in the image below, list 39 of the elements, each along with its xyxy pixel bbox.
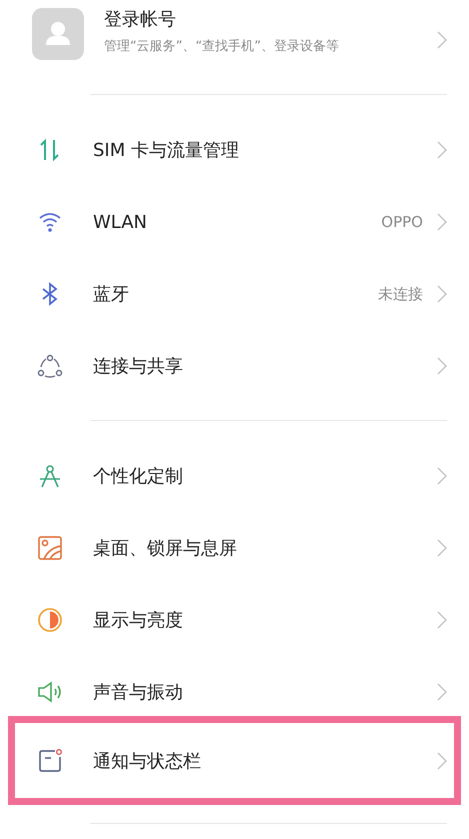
settings-item[interactable]: 连接与共享 [0,330,469,402]
account-title: 登录帐号 [104,8,177,31]
avatar-icon [32,8,84,60]
settings-item[interactable]: WLAN OPPO [0,186,469,258]
settings-item[interactable]: SIM 卡与流量管理 [0,114,469,186]
item-value: OPPO [381,213,423,231]
item-label: 声音与振动 [93,681,184,704]
item-label: 桌面、锁屏与息屏 [93,537,238,560]
item-label: 蓝牙 [93,283,130,306]
chevron-icon [437,213,447,231]
wallpaper-icon [37,535,63,561]
chevron-icon [437,752,447,770]
item-label: WLAN [93,212,148,232]
account-row[interactable]: 登录帐号 管理“云服务”、“查找手机”、登录设备等 [0,0,469,76]
item-label: 通知与状态栏 [93,750,202,772]
chevron-icon [437,285,447,303]
chevron-icon [437,611,447,629]
notification-icon [37,748,63,774]
chevron-icon [437,357,447,375]
compass-icon [37,463,63,489]
settings-item[interactable]: 蓝牙 未连接 [0,258,469,330]
item-label: 连接与共享 [93,355,184,378]
settings-item[interactable]: 桌面、锁屏与息屏 [0,512,469,584]
chevron-icon [437,467,447,485]
item-label: 显示与亮度 [93,609,184,632]
chevron-icon [437,683,447,701]
item-label: 个性化定制 [93,465,184,488]
chevron-icon [437,31,447,49]
speaker-icon [37,679,63,705]
chevron-icon [437,141,447,159]
item-label: SIM 卡与流量管理 [93,139,240,162]
settings-item[interactable]: 个性化定制 [0,440,469,512]
share-icon [37,353,63,379]
brightness-icon [37,607,63,633]
settings-item[interactable]: 显示与亮度 [0,584,469,656]
item-value: 未连接 [378,284,423,304]
settings-item[interactable]: 通知与状态栏 [8,716,461,805]
account-subtitle: 管理“云服务”、“查找手机”、登录设备等 [104,38,340,55]
chevron-icon [437,539,447,557]
